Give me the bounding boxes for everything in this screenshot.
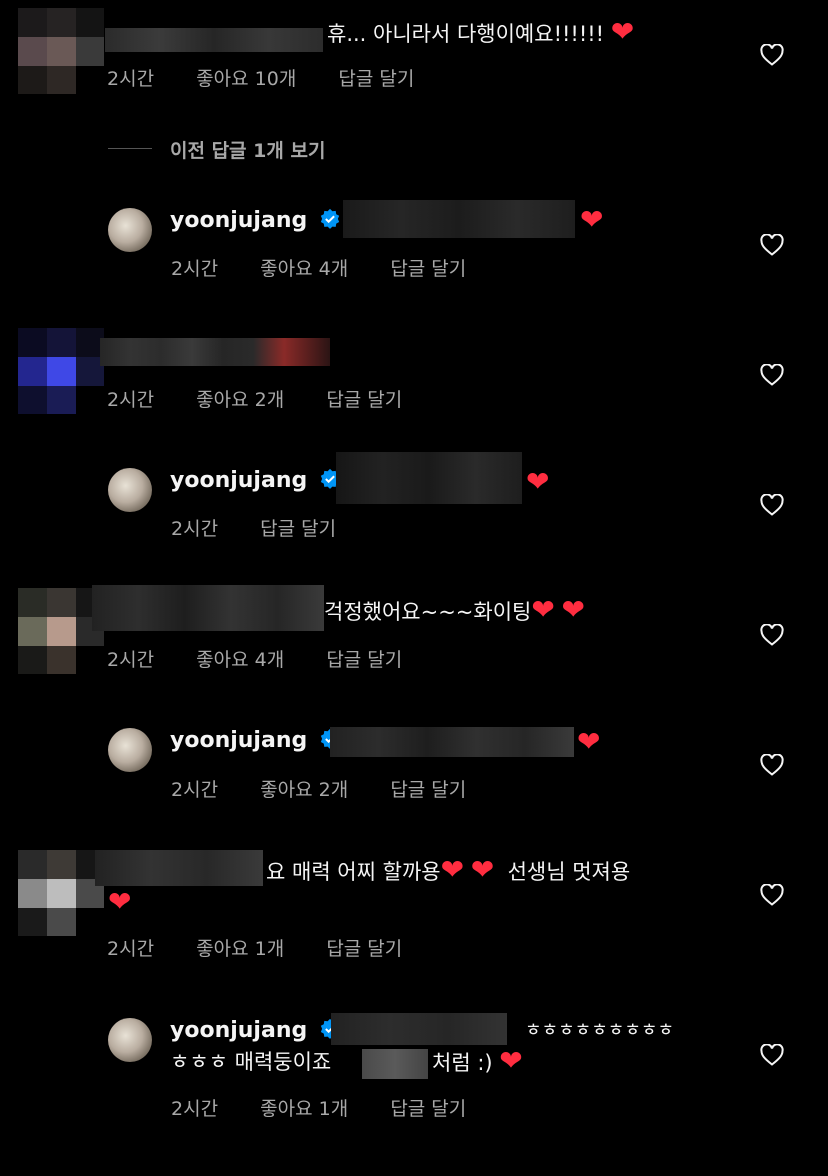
red-heart-emoji: ❤	[580, 203, 604, 236]
red-heart-emoji: ❤	[531, 593, 555, 626]
red-heart-emoji: ❤	[526, 465, 550, 498]
comment-body: 휴... 아니라서 다행이예요!!!!!!	[327, 22, 605, 46]
heart-outline-icon[interactable]	[760, 754, 784, 776]
timestamp: 2시간	[107, 389, 155, 411]
timestamp: 2시간	[107, 68, 155, 90]
comment-meta: 2시간 좋아요 1개 답글 달기	[107, 934, 402, 961]
timestamp: 2시간	[171, 518, 219, 540]
comment-meta: 2시간 좋아요 4개 답글 달기	[107, 645, 402, 672]
blurred-reply-text	[336, 452, 522, 504]
likes-count[interactable]: 좋아요 2개	[260, 779, 348, 801]
blurred-username	[92, 585, 324, 631]
reply-meta: 2시간 좋아요 4개 답글 달기	[171, 254, 466, 281]
view-previous-replies[interactable]: 이전 답글 1개 보기	[170, 136, 325, 163]
heart-outline-icon[interactable]	[760, 364, 784, 386]
blurred-reply-text	[343, 200, 575, 238]
heart-outline-icon[interactable]	[760, 1044, 784, 1066]
reply-button[interactable]: 답글 달기	[326, 649, 402, 671]
reply-username[interactable]: yoonjujang	[170, 208, 341, 233]
likes-count[interactable]: 좋아요 1개	[196, 938, 284, 960]
comment-avatar-blurred[interactable]	[18, 850, 104, 936]
comment-meta: 2시간 좋아요 2개 답글 달기	[107, 385, 402, 412]
reply-button[interactable]: 답글 달기	[390, 258, 466, 280]
reply-username[interactable]: yoonjujang	[170, 468, 341, 493]
reply-text-line2: ㅎㅎㅎ 매력둥이죠	[170, 1050, 332, 1074]
reply-button[interactable]: 답글 달기	[338, 68, 414, 90]
comment-text: 걱정했어요~~~화이팅❤ ❤	[324, 596, 585, 627]
comment-body: 걱정했어요~~~화이팅	[324, 600, 532, 624]
likes-count[interactable]: 좋아요 4개	[260, 258, 348, 280]
red-heart-emoji: ❤	[561, 593, 585, 626]
avatar[interactable]	[108, 728, 152, 772]
red-heart-emoji: ❤	[499, 1044, 523, 1077]
blurred-username	[105, 28, 323, 52]
red-heart-emoji: ❤	[610, 15, 635, 48]
reply-username[interactable]: yoonjujang	[170, 728, 341, 753]
red-heart-emoji: ❤	[470, 853, 495, 886]
avatar[interactable]	[108, 1018, 152, 1062]
heart-outline-icon[interactable]	[760, 44, 784, 66]
blurred-username	[95, 850, 263, 886]
comment-text: 휴... 아니라서 다행이예요!!!!!! ❤	[327, 18, 634, 49]
red-heart-emoji: ❤	[577, 725, 601, 758]
reply-text-line2-end: 처럼 :) ❤	[432, 1044, 523, 1077]
reply-text-end: ㅎㅎㅎㅎㅎㅎㅎㅎㅎ	[525, 1020, 675, 1041]
blurred-reply-text	[331, 1013, 507, 1045]
timestamp: 2시간	[107, 938, 155, 960]
comment-meta: 2시간 좋아요 10개 답글 달기	[107, 64, 414, 91]
reply-button[interactable]: 답글 달기	[390, 779, 466, 801]
timestamp: 2시간	[171, 1098, 219, 1120]
comment-body: 요 매력 어찌 할까용	[266, 860, 441, 884]
heart-outline-icon[interactable]	[760, 234, 784, 256]
comment-body-2: 선생님 멋져용	[507, 860, 631, 884]
timestamp: 2시간	[171, 258, 219, 280]
divider-line	[108, 148, 152, 149]
reply-meta: 2시간 좋아요 1개 답글 달기	[171, 1094, 466, 1121]
reply-meta: 2시간 답글 달기	[171, 514, 336, 541]
blurred-comment-text	[100, 338, 330, 366]
blurred-name-in-text	[362, 1049, 428, 1079]
reply-button[interactable]: 답글 달기	[326, 389, 402, 411]
likes-count[interactable]: 좋아요 2개	[196, 389, 284, 411]
timestamp: 2시간	[171, 779, 219, 801]
comment-avatar-blurred[interactable]	[18, 8, 104, 94]
red-heart-emoji: ❤	[108, 885, 132, 918]
heart-outline-icon[interactable]	[760, 494, 784, 516]
reply-button[interactable]: 답글 달기	[326, 938, 402, 960]
verified-badge-icon	[320, 208, 340, 229]
timestamp: 2시간	[107, 649, 155, 671]
avatar[interactable]	[108, 208, 152, 252]
likes-count[interactable]: 좋아요 4개	[196, 649, 284, 671]
likes-count[interactable]: 좋아요 10개	[196, 68, 296, 90]
likes-count[interactable]: 좋아요 1개	[260, 1098, 348, 1120]
heart-outline-icon[interactable]	[760, 624, 784, 646]
blurred-reply-text	[330, 727, 574, 757]
reply-meta: 2시간 좋아요 2개 답글 달기	[171, 775, 466, 802]
avatar[interactable]	[108, 468, 152, 512]
heart-outline-icon[interactable]	[760, 884, 784, 906]
comment-avatar-blurred[interactable]	[18, 328, 104, 414]
comment-text: 요 매력 어찌 할까용❤ ❤ 선생님 멋져용	[266, 856, 630, 887]
reply-username[interactable]: yoonjujang	[170, 1018, 341, 1043]
reply-button[interactable]: 답글 달기	[260, 518, 336, 540]
reply-button[interactable]: 답글 달기	[390, 1098, 466, 1120]
red-heart-emoji: ❤	[440, 853, 465, 886]
